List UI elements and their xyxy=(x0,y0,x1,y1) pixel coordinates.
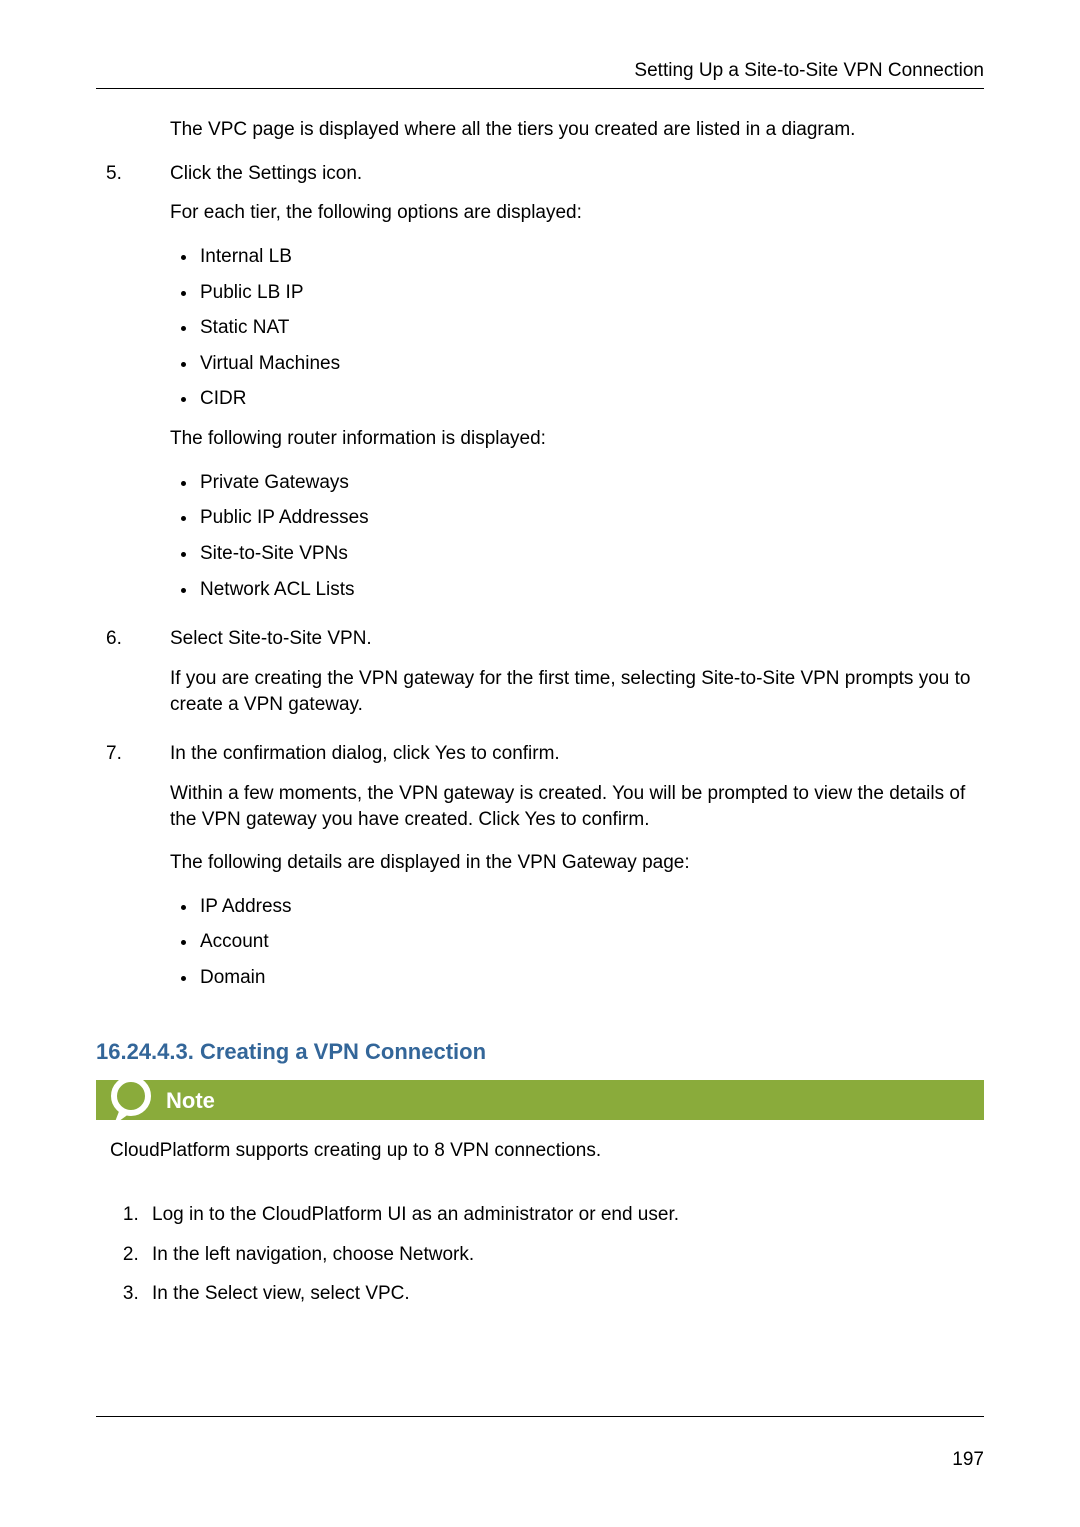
step-lead: In the left navigation, choose Network. xyxy=(152,1244,474,1265)
note-label: Note xyxy=(166,1086,215,1116)
step-b-3: In the Select view, select VPC. xyxy=(144,1281,984,1307)
step-marker: 7. xyxy=(96,741,158,1002)
continuation-paragraph: The VPC page is displayed where all the … xyxy=(170,117,984,143)
step-marker: 6. xyxy=(96,626,158,735)
list-item: Virtual Machines xyxy=(198,351,984,377)
page-content: The VPC page is displayed where all the … xyxy=(96,117,984,1307)
list-item: IP Address xyxy=(198,894,984,920)
step-body: In the confirmation dialog, click Yes to… xyxy=(158,741,984,1002)
list-item: Internal LB xyxy=(198,244,984,270)
step-marker: 5. xyxy=(96,161,158,615)
step-para: If you are creating the VPN gateway for … xyxy=(170,666,984,717)
speech-bubble-icon xyxy=(106,1076,156,1126)
step-body: Select Site-to-Site VPN. If you are crea… xyxy=(158,626,984,735)
list-item: Account xyxy=(198,929,984,955)
footer-rule xyxy=(96,1416,984,1417)
list-item: Network ACL Lists xyxy=(198,577,984,603)
step-para: Within a few moments, the VPN gateway is… xyxy=(170,781,984,832)
running-header: Setting Up a Site-to-Site VPN Connection xyxy=(96,60,984,89)
list-item: Public LB IP xyxy=(198,280,984,306)
list-item: Public IP Addresses xyxy=(198,505,984,531)
step-lead: In the Select view, select VPC. xyxy=(152,1283,410,1304)
step-para: The following details are displayed in t… xyxy=(170,850,984,876)
subheading-creating-vpn-connection: 16.24.4.3. Creating a VPN Connection xyxy=(96,1037,984,1067)
step-7: 7. In the confirmation dialog, click Yes… xyxy=(96,741,984,1002)
step-lead: Click the Settings icon. xyxy=(170,161,984,187)
step-b-2: In the left navigation, choose Network. xyxy=(144,1242,984,1268)
note-body: CloudPlatform supports creating up to 8 … xyxy=(96,1120,984,1186)
list-item: Domain xyxy=(198,965,984,991)
step-b-1: Log in to the CloudPlatform UI as an adm… xyxy=(144,1202,984,1228)
page-number: 197 xyxy=(952,1449,984,1471)
steps-list-b: Log in to the CloudPlatform UI as an adm… xyxy=(96,1202,984,1307)
note-admonition: Note CloudPlatform supports creating up … xyxy=(96,1080,984,1186)
step-para: For each tier, the following options are… xyxy=(170,200,984,226)
list-item: Private Gateways xyxy=(198,470,984,496)
step-6: 6. Select Site-to-Site VPN. If you are c… xyxy=(96,626,984,735)
page-container: Setting Up a Site-to-Site VPN Connection… xyxy=(0,0,1080,1527)
note-header: Note xyxy=(96,1080,984,1120)
step-para: The following router information is disp… xyxy=(170,426,984,452)
step-lead: In the confirmation dialog, click Yes to… xyxy=(170,741,984,767)
vpn-gateway-details-list: IP Address Account Domain xyxy=(170,894,984,991)
step-body: Click the Settings icon. For each tier, … xyxy=(158,161,984,615)
list-item: Static NAT xyxy=(198,315,984,341)
tier-options-list: Internal LB Public LB IP Static NAT Virt… xyxy=(170,244,984,412)
step-lead: Select Site-to-Site VPN. xyxy=(170,626,984,652)
step-5: 5. Click the Settings icon. For each tie… xyxy=(96,161,984,615)
router-info-list: Private Gateways Public IP Addresses Sit… xyxy=(170,470,984,603)
list-item: CIDR xyxy=(198,386,984,412)
step-lead: Log in to the CloudPlatform UI as an adm… xyxy=(152,1204,679,1225)
list-item: Site-to-Site VPNs xyxy=(198,541,984,567)
